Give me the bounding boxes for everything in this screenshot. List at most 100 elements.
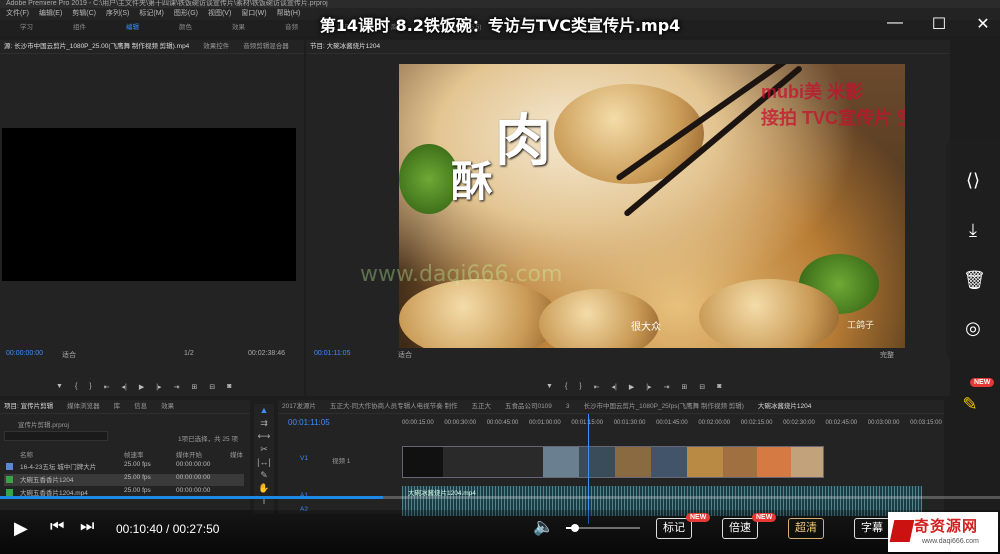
project-column-header[interactable]: 媒体开始 bbox=[176, 449, 202, 459]
out-point-icon[interactable]: } bbox=[579, 383, 581, 391]
trash-icon[interactable]: 🗑 bbox=[963, 270, 986, 290]
source-timecode[interactable]: 00:00:00:00 bbox=[6, 350, 43, 357]
timeline-ruler[interactable]: 00:00:15:00 00:00:30:00 00:00:45:00 00:01:0… bbox=[402, 420, 942, 430]
panel-tab[interactable]: 信息 bbox=[134, 400, 147, 413]
goto-in-icon[interactable]: ⇤ bbox=[594, 383, 600, 391]
project-column-header[interactable]: 名称 bbox=[20, 449, 33, 459]
pen-icon[interactable]: ✎ bbox=[254, 469, 274, 482]
minimize-icon[interactable]: — bbox=[886, 14, 904, 34]
track-v1-name: 视频 1 bbox=[332, 458, 351, 465]
program-monitor-viewer[interactable]: 肉 酥 mubi美 米影 接拍 TVC宣传片 空影像 很大众 工鸽子 bbox=[399, 64, 905, 348]
step-forward-icon[interactable]: |▸ bbox=[156, 383, 161, 391]
previous-button[interactable]: ⏮ bbox=[50, 518, 64, 536]
marker-icon[interactable]: ▼ bbox=[56, 383, 63, 391]
program-ratio-select[interactable]: 完整 bbox=[880, 350, 894, 360]
source-monitor-viewer[interactable] bbox=[2, 128, 296, 281]
program-tab-label[interactable]: 节目: 大碗冰酱烧片1204 bbox=[310, 40, 380, 53]
step-back-icon[interactable]: ◂| bbox=[612, 383, 617, 391]
selection-tool-icon[interactable]: ▲ bbox=[254, 404, 274, 417]
goto-in-icon[interactable]: ⇤ bbox=[104, 383, 110, 391]
subtitle-button[interactable]: 字幕 bbox=[854, 518, 890, 539]
track-v1[interactable]: V1 bbox=[300, 455, 308, 462]
extract-icon[interactable]: ⊟ bbox=[699, 383, 705, 391]
clip-thumb bbox=[615, 447, 651, 477]
project-list-item[interactable]: 大碗五香香片1204 25.00 fps 00:00:00:00 bbox=[4, 474, 244, 486]
record-icon[interactable]: ◎ bbox=[963, 318, 983, 338]
pin-icon[interactable]: ✎ bbox=[960, 394, 980, 414]
current-time: 00:10:40 bbox=[116, 522, 163, 536]
panel-tab[interactable]: 库 bbox=[114, 400, 121, 413]
ruler-tick: 00:00:45:00 bbox=[486, 420, 519, 426]
razor-icon[interactable]: ✂ bbox=[254, 443, 274, 456]
step-forward-icon[interactable]: |▸ bbox=[646, 383, 651, 391]
play-button[interactable]: ▶ bbox=[14, 518, 28, 539]
project-search-input[interactable] bbox=[4, 431, 108, 441]
clip-thumb bbox=[443, 447, 543, 477]
lift-icon[interactable]: ⊞ bbox=[681, 383, 687, 391]
logo-url: www.daqi666.com bbox=[922, 538, 979, 545]
track-select-icon[interactable]: ⇉ bbox=[254, 417, 274, 430]
panel-tab[interactable]: 音频剪辑混合器 bbox=[243, 40, 289, 53]
camera-icon[interactable]: ◙ bbox=[717, 383, 721, 391]
panel-tab[interactable]: 五正大 bbox=[471, 400, 491, 413]
project-panel-tabs: 项目: 宣传片剪辑 媒体浏览器 库信息 效果 bbox=[0, 400, 250, 414]
panel-tab[interactable]: 2017发源片 bbox=[282, 400, 316, 413]
share-icon[interactable]: ⟨⟩ bbox=[963, 170, 983, 190]
speed-button[interactable]: 倍速 bbox=[722, 518, 758, 539]
volume-knob[interactable] bbox=[570, 524, 579, 532]
download-icon[interactable]: ⤓ bbox=[963, 220, 983, 240]
timeline-timecode[interactable]: 00:01:11:05 bbox=[288, 418, 330, 427]
mark-button[interactable]: 标记 bbox=[656, 518, 692, 539]
goto-out-icon[interactable]: ⇥ bbox=[664, 383, 670, 391]
panel-tab[interactable]: 源: 长沙市中国云剪片_1080P_25.00(飞鹰舞 制作视频 剪辑).mp4 bbox=[4, 40, 189, 53]
ruler-tick: 00:03:00:00 bbox=[867, 420, 900, 426]
out-point-icon[interactable]: } bbox=[89, 383, 91, 391]
project-list-item[interactable]: 16-4-23五坛 城中门牌大片 25.00 fps 00:00:00:00 bbox=[4, 461, 244, 473]
volume-icon[interactable]: 🔈 bbox=[533, 517, 554, 537]
panel-tab[interactable]: 效果 bbox=[161, 400, 174, 413]
panel-tab[interactable]: 五食品公司0109 bbox=[505, 400, 552, 413]
next-button[interactable]: ⏭ bbox=[80, 518, 94, 536]
volume-slider[interactable] bbox=[566, 524, 640, 532]
play-icon[interactable]: ▶ bbox=[629, 383, 634, 391]
panel-tab[interactable]: 项目: 宣传片剪辑 bbox=[4, 400, 53, 413]
panel-tab[interactable]: 五正大-同大作协商人员专辑人电视节奏 制作 bbox=[330, 400, 457, 413]
insert-icon[interactable]: ⊞ bbox=[191, 383, 197, 391]
close-icon[interactable]: ✕ bbox=[974, 14, 992, 34]
panel-tab[interactable]: 效果控件 bbox=[203, 40, 229, 53]
clip-thumb bbox=[579, 447, 615, 477]
panel-tab[interactable]: 3 bbox=[566, 400, 570, 413]
step-back-icon[interactable]: ◂| bbox=[122, 383, 127, 391]
source-ratio-select[interactable]: 1/2 bbox=[184, 350, 194, 357]
video-progress-bar[interactable] bbox=[0, 496, 1000, 499]
quality-button[interactable]: 超清 bbox=[788, 518, 824, 539]
ripple-edit-icon[interactable]: ⟷ bbox=[254, 430, 274, 443]
project-item-start: 00:00:00:00 bbox=[176, 487, 211, 494]
project-column-header[interactable]: 帧速率 bbox=[124, 449, 144, 459]
video-clip-strip[interactable] bbox=[402, 446, 824, 478]
program-timecode[interactable]: 00:01:11:05 bbox=[314, 350, 350, 357]
clip-thumb bbox=[791, 447, 823, 477]
in-point-icon[interactable]: { bbox=[565, 383, 567, 391]
slip-icon[interactable]: |↔| bbox=[254, 456, 274, 469]
program-fit-select[interactable]: 适合 bbox=[398, 350, 412, 360]
project-selection-count: 1项已选择，共 25 项 bbox=[178, 436, 238, 443]
panel-tab[interactable]: 大碗冰酱烧片1204 bbox=[758, 400, 811, 413]
maximize-icon[interactable]: ☐ bbox=[930, 14, 948, 34]
panel-tab[interactable]: 媒体浏览器 bbox=[67, 400, 100, 413]
project-column-header[interactable]: 媒体 bbox=[230, 449, 243, 459]
marker-icon[interactable]: ▼ bbox=[546, 383, 553, 391]
clip-thumb bbox=[543, 447, 579, 477]
clip-thumb bbox=[723, 447, 757, 477]
goto-out-icon[interactable]: ⇥ bbox=[174, 383, 180, 391]
overwrite-icon[interactable]: ⊟ bbox=[209, 383, 215, 391]
timeline-playhead[interactable] bbox=[588, 414, 589, 524]
clip-color-swatch bbox=[6, 489, 13, 496]
hand-icon[interactable]: ✋ bbox=[254, 482, 274, 495]
in-point-icon[interactable]: { bbox=[75, 383, 77, 391]
camera-icon[interactable]: ◙ bbox=[227, 383, 231, 391]
play-icon[interactable]: ▶ bbox=[139, 383, 144, 391]
source-fit-select[interactable]: 适合 bbox=[62, 350, 76, 360]
panel-tab[interactable]: 长沙市中国云剪片_1080P_25fps(飞鹰舞 制作视频 剪辑) bbox=[584, 400, 744, 413]
player-time: 00:10:40 / 00:27:50 bbox=[116, 522, 219, 536]
